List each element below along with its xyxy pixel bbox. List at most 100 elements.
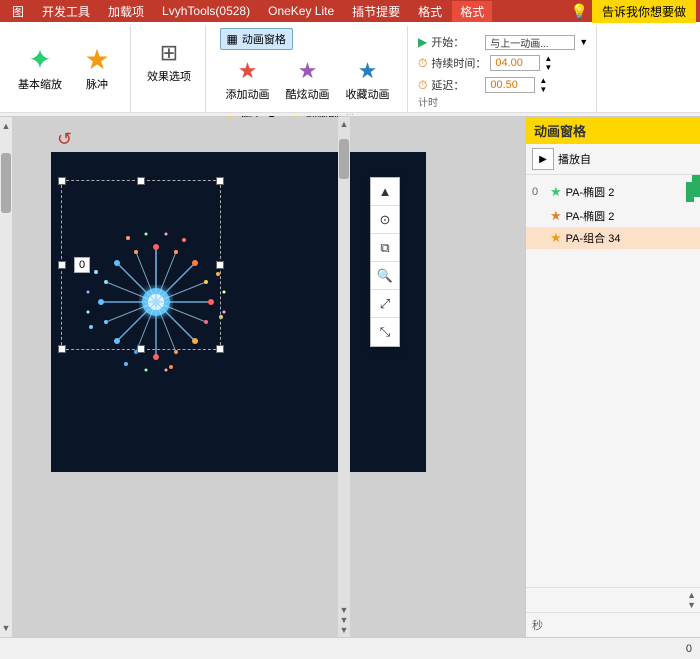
anim-star-1: ★: [550, 208, 562, 224]
arrow-up-icon: ▲: [379, 184, 392, 199]
duration-row: ⏱ 持续时间： ▲▼: [418, 54, 588, 72]
ribbon-content: ✦ 基本缩放 ★ 脉冲 ⊞ 效果选项: [0, 22, 700, 112]
menu-item-jieji[interactable]: 插节提要: [344, 1, 408, 22]
start-label: 开始：: [431, 34, 481, 50]
ribbon-group-timing: ▶ 开始： 与上一动画... ▼ ⏱ 持续时间： ▲▼ ⏱ 延迟： ▲▼: [410, 26, 597, 112]
rotate-icon[interactable]: ↺: [57, 129, 72, 149]
start-dropdown-icon[interactable]: ▼: [579, 37, 588, 47]
slide-scroll-down[interactable]: ▼: [340, 605, 349, 615]
play-triangle-icon: ▶: [539, 154, 547, 165]
delay-value[interactable]: [485, 77, 535, 93]
delay-label: 延迟：: [431, 77, 481, 93]
pulse-button[interactable]: ★ 脉冲: [72, 42, 122, 96]
anim-star-0: ★: [550, 184, 562, 200]
duration-label: 持续时间：: [431, 55, 486, 71]
anim-num-0: 0: [532, 186, 546, 198]
slide-scroll-thumb[interactable]: [339, 139, 349, 179]
handle-top-mid[interactable]: [137, 177, 145, 185]
handle-top-left[interactable]: [58, 177, 66, 185]
anim-panel-active-btn[interactable]: ▦ 动画窗格: [220, 28, 293, 50]
effect-options-button[interactable]: ⊞ 效果选项: [141, 36, 197, 88]
anim-footer-text: 秒: [532, 617, 543, 633]
ribbon-group-effect: ⊞ 效果选项: [133, 26, 206, 112]
anim-item-1[interactable]: ★ PA-椭圆 2: [526, 205, 700, 227]
status-right: 0: [686, 643, 692, 655]
float-btn-copy[interactable]: ⧉: [371, 234, 399, 262]
left-scrollbar[interactable]: ▲ ▼: [0, 117, 12, 637]
anim-name-1: PA-椭圆 2: [566, 208, 694, 224]
handle-top-right[interactable]: [216, 177, 224, 185]
ribbon-resize-handle[interactable]: ⋯: [0, 112, 700, 116]
handle-mid-right[interactable]: [216, 261, 224, 269]
anim-scroll-controls: ▲ ▼: [526, 587, 700, 612]
float-btn-target[interactable]: ⊙: [371, 206, 399, 234]
slide-right-scrollbar[interactable]: ▲ ▼ ▼ ▼: [338, 117, 350, 637]
anim-play-button[interactable]: ▶: [532, 148, 554, 170]
scroll-thumb[interactable]: [1, 153, 11, 213]
handle-bottom-right[interactable]: [216, 345, 224, 353]
start-row: ▶ 开始： 与上一动画... ▼: [418, 34, 588, 50]
float-btn-crop[interactable]: ⤡: [371, 318, 399, 346]
anim-item-0[interactable]: 0 ★ PA-椭圆 2: [526, 179, 700, 205]
rotate-handle[interactable]: ↺: [57, 129, 72, 150]
effect-options-label: 效果选项: [147, 68, 191, 84]
menu-item-tu[interactable]: 图: [4, 1, 32, 22]
anim-panel-active-icon: ▦: [227, 32, 238, 46]
timing-group-label: 计时: [418, 94, 438, 111]
anim-scroll-btns: ▲ ▼: [526, 588, 700, 612]
anim-item-2[interactable]: ★ PA-组合 34: [526, 227, 700, 249]
slide-scroll-bottom: ▼ ▼ ▼: [340, 605, 349, 637]
anim-name-2: PA-组合 34: [566, 230, 694, 246]
hide-anim-button[interactable]: ★ 收藏动画: [340, 54, 396, 106]
anim-panel-active-label: 动画窗格: [242, 31, 286, 47]
float-btn-up[interactable]: ▲: [371, 178, 399, 206]
anim-scroll-down-btn[interactable]: ▼: [687, 600, 696, 610]
duration-value[interactable]: [490, 55, 540, 71]
float-btn-search[interactable]: 🔍: [371, 262, 399, 290]
slide-scroll-down3[interactable]: ▼: [340, 625, 349, 635]
cool-anim-label: 酷炫动画: [286, 86, 330, 102]
add-anim-button[interactable]: ★ 添加动画: [220, 54, 276, 106]
main-area: ▲ ▼ ↺ ↖: [0, 117, 700, 637]
menu-item-onekey[interactable]: OneKey Lite: [260, 2, 342, 20]
menu-item-lvyh[interactable]: LvyhTools(0528): [154, 2, 258, 20]
handle-mid-left[interactable]: [58, 261, 66, 269]
anim-scroll-up-btn[interactable]: ▲: [687, 590, 696, 600]
ribbon: ✦ 基本缩放 ★ 脉冲 ⊞ 效果选项: [0, 22, 700, 117]
search-icon: 🔍: [377, 268, 393, 284]
basic-zoom-button[interactable]: ✦ 基本缩放: [12, 42, 68, 96]
start-value[interactable]: 与上一动画...: [485, 35, 575, 50]
anim-play-label: 播放自: [558, 151, 591, 167]
handle-bottom-mid[interactable]: [137, 345, 145, 353]
selection-box[interactable]: 0: [61, 180, 221, 350]
anim-footer: 秒: [526, 612, 700, 637]
slide-scroll-up[interactable]: ▲: [340, 119, 349, 129]
scroll-down-arrow[interactable]: ▼: [0, 621, 12, 635]
crop-icon: ⤡: [380, 324, 390, 340]
animation-panel: 动画窗格 ▶ 播放自 0 ★ PA-椭圆 2 ★ PA-椭圆 2: [525, 117, 700, 637]
menu-item-format1[interactable]: 格式: [410, 1, 450, 22]
add-anim-icon: ★: [238, 58, 258, 84]
menu-item-addons[interactable]: 加载项: [100, 1, 152, 22]
ribbon-group-basic: ✦ 基本缩放 ★ 脉冲: [4, 26, 131, 112]
anim-play-row: ▶ 播放自: [526, 144, 700, 175]
cool-anim-icon: ★: [298, 58, 318, 84]
cool-anim-button[interactable]: ★ 酷炫动画: [280, 54, 336, 106]
menu-item-dev[interactable]: 开发工具: [34, 1, 98, 22]
delay-spinner[interactable]: ▲▼: [539, 76, 547, 94]
slide-scroll-down2[interactable]: ▼: [340, 615, 349, 625]
scroll-up-arrow[interactable]: ▲: [0, 119, 12, 133]
tell-me-button[interactable]: 告诉我你想要做: [592, 0, 696, 23]
green-time-bar: [692, 175, 700, 197]
slide-number-badge: 0: [74, 257, 90, 273]
effect-options-icon: ⊞: [160, 40, 178, 66]
anim-row-1: ★ 添加动画 ★ 酷炫动画 ★ 收藏动画: [220, 54, 396, 106]
delay-icon: ⏱: [418, 78, 427, 93]
anim-panel-header: 动画窗格: [526, 117, 700, 144]
float-btn-resize[interactable]: ⤢: [371, 290, 399, 318]
hide-anim-label: 收藏动画: [346, 86, 390, 102]
handle-bottom-left[interactable]: [58, 345, 66, 353]
duration-spinner[interactable]: ▲▼: [544, 54, 552, 72]
status-value: 0: [686, 643, 692, 655]
menu-item-format2[interactable]: 格式: [452, 1, 492, 22]
